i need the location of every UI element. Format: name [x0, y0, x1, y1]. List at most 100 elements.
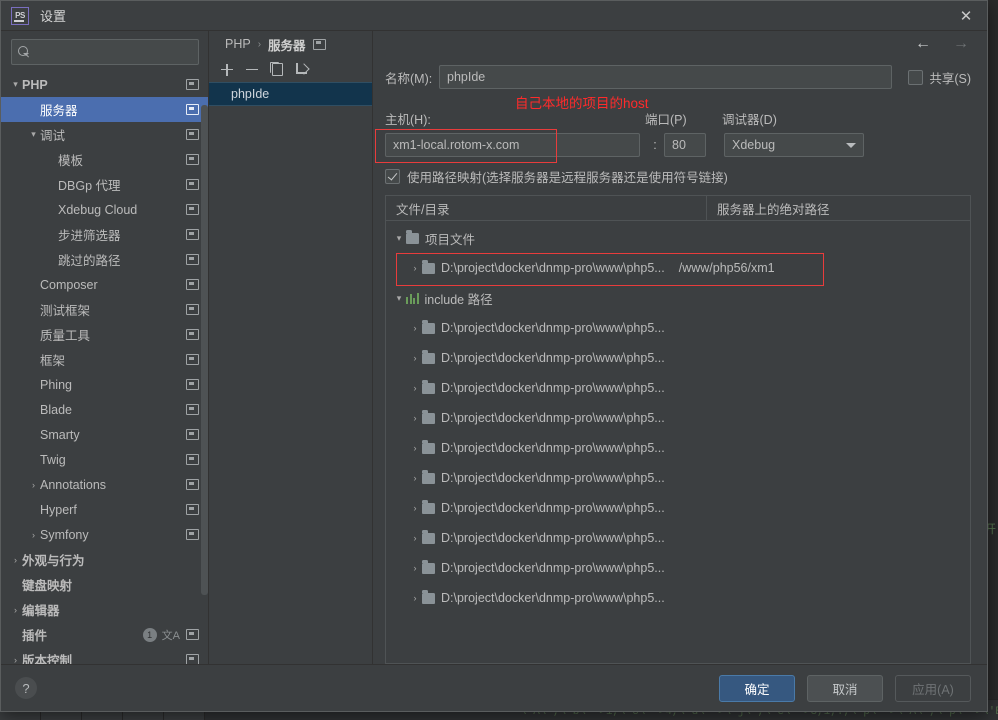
sidebar-item-16[interactable]: › Annotations [1, 472, 208, 497]
sidebar-item-4[interactable]: DBGp 代理 [1, 172, 208, 197]
copy-settings-icon[interactable] [186, 379, 199, 390]
chevron-right-icon[interactable]: › [9, 555, 22, 565]
search-input[interactable] [33, 44, 192, 60]
chevron-right-icon[interactable]: › [9, 655, 22, 665]
chevron-right-icon[interactable]: › [27, 480, 40, 490]
chevron-right-icon[interactable]: › [408, 443, 422, 453]
add-server-button[interactable] [220, 63, 234, 77]
sidebar-item-15[interactable]: Twig [1, 447, 208, 472]
copy-settings-icon[interactable] [186, 279, 199, 290]
share-checkbox[interactable] [908, 69, 924, 85]
mapping-row[interactable]: › D:\project\docker\dnmp-pro\www\php5... [386, 583, 970, 613]
chevron-down-icon[interactable]: ▾ [27, 129, 40, 140]
sidebar-item-23[interactable]: › 版本控制 [1, 647, 208, 664]
mapping-group-row[interactable]: ▾ include 路径 [386, 283, 970, 313]
chevron-right-icon[interactable]: › [27, 530, 40, 540]
help-icon[interactable]: ? [15, 677, 37, 699]
apply-button[interactable]: 应用(A) [895, 674, 971, 702]
chevron-right-icon[interactable]: › [408, 593, 422, 603]
copy-settings-icon[interactable] [186, 179, 199, 190]
sidebar-item-21[interactable]: › 编辑器 [1, 597, 208, 622]
copy-settings-icon[interactable] [186, 354, 199, 365]
mapping-row[interactable]: › D:\project\docker\dnmp-pro\www\php5... [386, 523, 970, 553]
chevron-right-icon[interactable]: › [408, 473, 422, 483]
copy-settings-icon[interactable] [186, 154, 199, 165]
remove-server-button[interactable] [245, 63, 259, 77]
copy-settings-icon[interactable] [186, 229, 199, 240]
mapping-row[interactable]: › D:\project\docker\dnmp-pro\www\php5... [386, 493, 970, 523]
copy-settings-icon[interactable] [186, 404, 199, 415]
mapping-group-row[interactable]: ▾ 项目文件 [386, 223, 970, 253]
sidebar-item-3[interactable]: 模板 [1, 147, 208, 172]
sidebar-item-18[interactable]: › Symfony [1, 522, 208, 547]
sidebar-item-22[interactable]: 插件 1 文A [1, 622, 208, 647]
copy-settings-icon[interactable] [186, 204, 199, 215]
chevron-down-icon[interactable]: ▾ [392, 293, 406, 304]
sidebar-item-1[interactable]: 服务器 [1, 97, 208, 122]
chevron-right-icon[interactable]: › [408, 503, 422, 513]
sidebar-item-7[interactable]: 跳过的路径 [1, 247, 208, 272]
sidebar-item-6[interactable]: 步进筛选器 [1, 222, 208, 247]
breadcrumb-root[interactable]: PHP [225, 37, 251, 51]
column-header-file[interactable]: 文件/目录 [386, 196, 707, 220]
mapping-row[interactable]: › D:\project\docker\dnmp-pro\www\php5... [386, 433, 970, 463]
copy-settings-icon[interactable] [186, 429, 199, 440]
mapping-row[interactable]: › D:\project\docker\dnmp-pro\www\php5... [386, 463, 970, 493]
copy-settings-icon[interactable] [186, 654, 199, 664]
mapping-row[interactable]: › D:\project\docker\dnmp-pro\www\php5... [386, 373, 970, 403]
copy-settings-icon[interactable] [186, 254, 199, 265]
name-input[interactable]: phpIde [439, 65, 893, 89]
host-input[interactable]: xm1-local.rotom-x.com [385, 133, 640, 157]
chevron-right-icon[interactable]: › [9, 605, 22, 615]
mapping-row[interactable]: › D:\project\docker\dnmp-pro\www\php5... [386, 343, 970, 373]
copy-settings-icon[interactable] [186, 79, 199, 90]
debugger-select[interactable]: Xdebug [724, 133, 864, 157]
chevron-right-icon[interactable]: › [408, 383, 422, 393]
sidebar-item-14[interactable]: Smarty [1, 422, 208, 447]
back-arrow-icon[interactable]: ← [915, 36, 931, 52]
server-list-item[interactable]: phpIde [209, 82, 372, 106]
chevron-right-icon[interactable]: › [408, 323, 422, 333]
chevron-right-icon[interactable]: › [408, 263, 422, 273]
sidebar-item-13[interactable]: Blade [1, 397, 208, 422]
use-path-mapping-row[interactable]: 使用路径映射(选择服务器是远程服务器还是使用符号链接) [385, 167, 971, 186]
use-path-mapping-checkbox[interactable] [385, 169, 400, 184]
chevron-right-icon[interactable]: › [408, 413, 422, 423]
copy-settings-icon[interactable] [186, 129, 199, 140]
chevron-right-icon[interactable]: › [408, 533, 422, 543]
sidebar-item-17[interactable]: Hyperf [1, 497, 208, 522]
copy-settings-icon[interactable] [312, 38, 326, 50]
copy-settings-icon[interactable] [186, 104, 199, 115]
copy-settings-icon[interactable] [186, 529, 199, 540]
chevron-down-icon[interactable]: ▾ [9, 79, 22, 90]
sidebar-item-11[interactable]: 框架 [1, 347, 208, 372]
chevron-right-icon[interactable]: › [408, 563, 422, 573]
copy-settings-icon[interactable] [186, 479, 199, 490]
mapping-row[interactable]: › D:\project\docker\dnmp-pro\www\php5... [386, 313, 970, 343]
copy-settings-icon[interactable] [186, 454, 199, 465]
mapping-row[interactable]: › D:\project\docker\dnmp-pro\www\php5... /… [386, 253, 970, 283]
copy-settings-icon[interactable] [186, 304, 199, 315]
column-header-remote[interactable]: 服务器上的绝对路径 [707, 196, 970, 220]
copy-settings-icon[interactable] [186, 629, 199, 640]
sidebar-item-2[interactable]: ▾ 调试 [1, 122, 208, 147]
copy-settings-icon[interactable] [186, 504, 199, 515]
path-mapping-rows[interactable]: ▾ 项目文件 › D:\project\docker\dnmp-pro\www\php… [386, 221, 970, 663]
sidebar-item-5[interactable]: Xdebug Cloud [1, 197, 208, 222]
chevron-right-icon[interactable]: › [408, 353, 422, 363]
share-label[interactable]: 共享(S) [929, 68, 971, 87]
sidebar-item-10[interactable]: 质量工具 [1, 322, 208, 347]
search-box[interactable] [11, 39, 199, 65]
sidebar-item-20[interactable]: 键盘映射 [1, 572, 208, 597]
sidebar-item-0[interactable]: ▾ PHP [1, 72, 208, 97]
mapping-row[interactable]: › D:\project\docker\dnmp-pro\www\php5... [386, 553, 970, 583]
server-list[interactable]: phpIde [209, 82, 372, 664]
forward-arrow-icon[interactable]: → [953, 36, 969, 52]
chevron-down-icon[interactable]: ▾ [392, 233, 406, 244]
port-input[interactable]: 80 [664, 133, 706, 157]
copy-server-button[interactable] [270, 62, 283, 76]
sidebar-item-8[interactable]: Composer [1, 272, 208, 297]
sidebar-item-19[interactable]: › 外观与行为 [1, 547, 208, 572]
copy-settings-icon[interactable] [186, 329, 199, 340]
sidebar-item-9[interactable]: 测试框架 [1, 297, 208, 322]
